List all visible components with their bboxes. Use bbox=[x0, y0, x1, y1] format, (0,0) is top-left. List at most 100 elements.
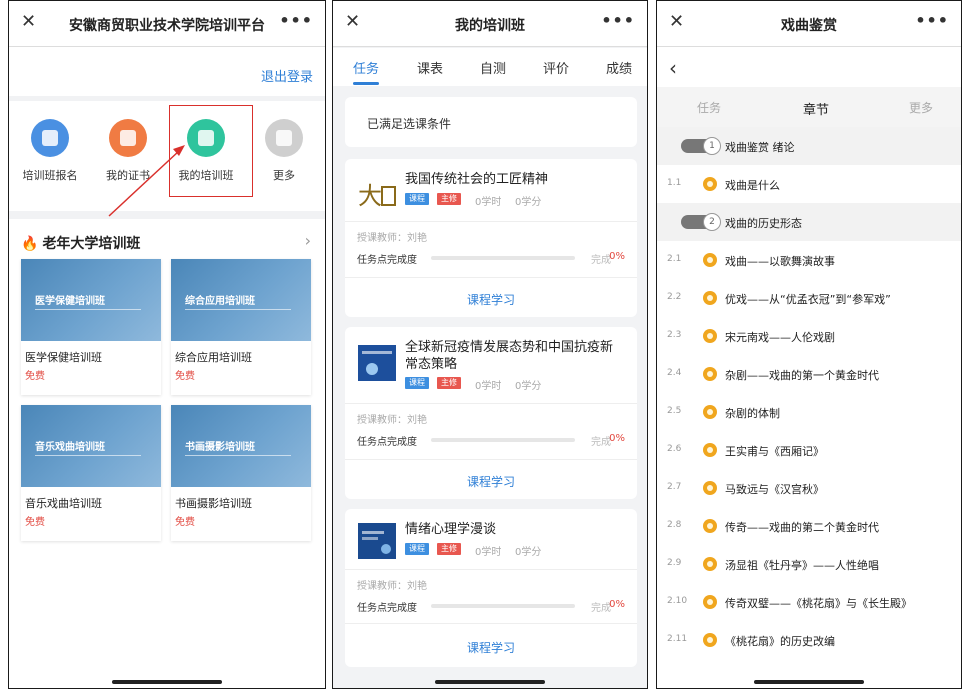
class-card[interactable]: 医学保健培训班 医学保健培训班 免费 bbox=[21, 259, 161, 395]
chapter-item[interactable]: 2.8 传奇——戏曲的第二个黄金时代 bbox=[657, 507, 961, 545]
chapter-item-title: 《桃花扇》的历史改编 bbox=[725, 635, 835, 648]
task-status-icon bbox=[703, 291, 717, 305]
task-status-icon bbox=[703, 253, 717, 267]
class-card-caption: 医学保健培训班 bbox=[35, 296, 105, 307]
chapter-number: 2 bbox=[703, 213, 721, 231]
class-card-image: 综合应用培训班 bbox=[171, 259, 311, 341]
home-indicator bbox=[754, 680, 864, 684]
task-status-icon bbox=[703, 405, 717, 419]
panel-course-chapters: ✕ 戏曲鉴赏 ••• ‹ 任务 章节 更多 1 戏曲鉴赏 绪论 1.1 戏曲是什么 2 戏… bbox=[656, 0, 962, 689]
chapter-item[interactable]: 2.11 《桃花扇》的历史改编 bbox=[657, 621, 961, 659]
course-type-tag: 课程 bbox=[405, 377, 429, 389]
chapter-item[interactable]: 2.1 戏曲——以歌舞演故事 bbox=[657, 241, 961, 279]
chapter-item-title: 汤显祖《牡丹亭》——人性绝唱 bbox=[725, 559, 879, 572]
chevron-right-icon[interactable]: › bbox=[305, 231, 311, 250]
chapter-item-title: 杂剧的体制 bbox=[725, 407, 780, 420]
task-status-icon bbox=[703, 519, 717, 533]
course-hours: 0学时 bbox=[475, 547, 502, 558]
chapter-header[interactable]: 2 戏曲的历史形态 bbox=[657, 203, 961, 241]
chapter-item-number: 2.2 bbox=[667, 292, 682, 302]
chapter-item-title: 戏曲——以歌舞演故事 bbox=[725, 255, 835, 268]
chapter-header-title: 戏曲的历史形态 bbox=[725, 217, 802, 230]
title-bar: ✕ 戏曲鉴赏 ••• bbox=[657, 1, 961, 47]
chapter-item-title: 宋元南戏——人伦戏剧 bbox=[725, 331, 835, 344]
course-credits: 0学分 bbox=[515, 381, 542, 392]
section-title: 🔥 老年大学培训班 bbox=[21, 233, 140, 253]
section-title-text: 老年大学培训班 bbox=[42, 236, 141, 252]
course-title: 我国传统社会的工匠精神 bbox=[405, 172, 549, 187]
notice-text: 已满足选课条件 bbox=[367, 117, 452, 131]
chapter-item-number: 1.1 bbox=[667, 178, 682, 188]
class-card-caption: 音乐戏曲培训班 bbox=[35, 442, 105, 453]
chapter-collapse-toggle[interactable]: 2 bbox=[681, 213, 721, 231]
tab-more[interactable]: 更多 bbox=[909, 99, 933, 116]
tab-schedule[interactable]: 课表 bbox=[417, 58, 443, 77]
progress-bar bbox=[431, 438, 575, 442]
chapter-item-number: 2.1 bbox=[667, 254, 682, 264]
tab-chapters[interactable]: 章节 bbox=[803, 99, 829, 118]
chapter-item[interactable]: 2.10 传奇双璧——《桃花扇》与《长生殿》 bbox=[657, 583, 961, 621]
tab-grades[interactable]: 成绩 bbox=[606, 58, 632, 77]
course-study-button[interactable]: 课程学习 bbox=[345, 473, 637, 490]
progress-label: 任务点完成度 bbox=[357, 437, 417, 448]
annotation-arrow bbox=[108, 145, 185, 217]
course-type-tag: 课程 bbox=[405, 193, 429, 205]
chapter-item[interactable]: 2.3 宋元南戏——人伦戏剧 bbox=[657, 317, 961, 355]
course-card: 全球新冠疫情发展态势和中国抗疫新常态策略 课程 主修 0学时 0学分 授课教师：… bbox=[345, 327, 637, 499]
class-card-price: 免费 bbox=[25, 517, 45, 528]
task-status-icon bbox=[703, 367, 717, 381]
task-status-icon bbox=[703, 177, 717, 191]
progress-done-label: 完成 bbox=[591, 437, 611, 448]
course-study-button[interactable]: 课程学习 bbox=[345, 639, 637, 656]
task-status-icon bbox=[703, 633, 717, 647]
course-teacher: 授课教师：刘艳 bbox=[357, 581, 427, 592]
class-card-name: 医学保健培训班 bbox=[25, 351, 102, 364]
course-thumbnail bbox=[358, 345, 396, 381]
chapter-item[interactable]: 1.1 戏曲是什么 bbox=[657, 165, 961, 203]
chapter-item[interactable]: 2.6 王实甫与《西厢记》 bbox=[657, 431, 961, 469]
page-title: 我的培训班 bbox=[455, 18, 525, 34]
chapter-item-number: 2.8 bbox=[667, 520, 682, 530]
course-hours: 0学时 bbox=[475, 381, 502, 392]
more-menu-icon[interactable]: ••• bbox=[601, 11, 635, 30]
tab-tasks[interactable]: 任务 bbox=[353, 58, 379, 77]
course-thumbnail bbox=[358, 523, 396, 559]
chapter-item[interactable]: 2.7 马致远与《汉宫秋》 bbox=[657, 469, 961, 507]
home-indicator bbox=[112, 680, 222, 684]
tab-tasks[interactable]: 任务 bbox=[697, 99, 721, 116]
class-card[interactable]: 音乐戏曲培训班 音乐戏曲培训班 免费 bbox=[21, 405, 161, 541]
tab-evaluation[interactable]: 评价 bbox=[543, 58, 569, 77]
tab-self-test[interactable]: 自测 bbox=[480, 58, 506, 77]
chapter-item-title: 传奇——戏曲的第二个黄金时代 bbox=[725, 521, 879, 534]
chevron-left-icon[interactable]: ‹ bbox=[669, 56, 677, 80]
class-card-image: 书画摄影培训班 bbox=[171, 405, 311, 487]
class-card-caption: 书画摄影培训班 bbox=[185, 442, 255, 453]
class-card-price: 免费 bbox=[175, 517, 195, 528]
chapter-item-title: 传奇双璧——《桃花扇》与《长生殿》 bbox=[725, 597, 912, 610]
course-study-button[interactable]: 课程学习 bbox=[345, 291, 637, 308]
active-tab-indicator bbox=[353, 82, 379, 85]
chapter-header[interactable]: 1 戏曲鉴赏 绪论 bbox=[657, 127, 961, 165]
chapter-item[interactable]: 2.5 杂剧的体制 bbox=[657, 393, 961, 431]
chapter-tab-bar: 任务 章节 更多 bbox=[657, 87, 961, 127]
senior-university-section: 🔥 老年大学培训班 › 医学保健培训班 医学保健培训班 免费 综合应用培训班 综合… bbox=[9, 219, 325, 688]
class-card-caption: 综合应用培训班 bbox=[185, 296, 255, 307]
class-card[interactable]: 书画摄影培训班 书画摄影培训班 免费 bbox=[171, 405, 311, 541]
course-required-tag: 主修 bbox=[437, 543, 461, 555]
progress-percent: 0% bbox=[609, 251, 625, 262]
chapter-item[interactable]: 2.4 杂剧——戏曲的第一个黄金时代 bbox=[657, 355, 961, 393]
chapter-item[interactable]: 2.9 汤显祖《牡丹亭》——人性绝唱 bbox=[657, 545, 961, 583]
task-status-icon bbox=[703, 443, 717, 457]
course-required-tag: 主修 bbox=[437, 377, 461, 389]
chapter-item[interactable]: 2.2 优戏——从“优孟衣冠”到“参军戏” bbox=[657, 279, 961, 317]
course-type-tag: 课程 bbox=[405, 543, 429, 555]
course-credits: 0学分 bbox=[515, 197, 542, 208]
course-title: 情绪心理学漫谈 bbox=[405, 522, 497, 537]
course-thumbnail: 大 bbox=[358, 177, 396, 213]
chapter-collapse-toggle[interactable]: 1 bbox=[681, 137, 721, 155]
title-bar: ✕ 我的培训班 ••• bbox=[333, 1, 647, 47]
progress-label: 任务点完成度 bbox=[357, 255, 417, 266]
panel-my-classes: ✕ 我的培训班 ••• 任务 课表 自测 评价 成绩 已满足选课条件 大 我国传… bbox=[332, 0, 648, 689]
more-menu-icon[interactable]: ••• bbox=[915, 11, 949, 30]
class-card[interactable]: 综合应用培训班 综合应用培训班 免费 bbox=[171, 259, 311, 395]
